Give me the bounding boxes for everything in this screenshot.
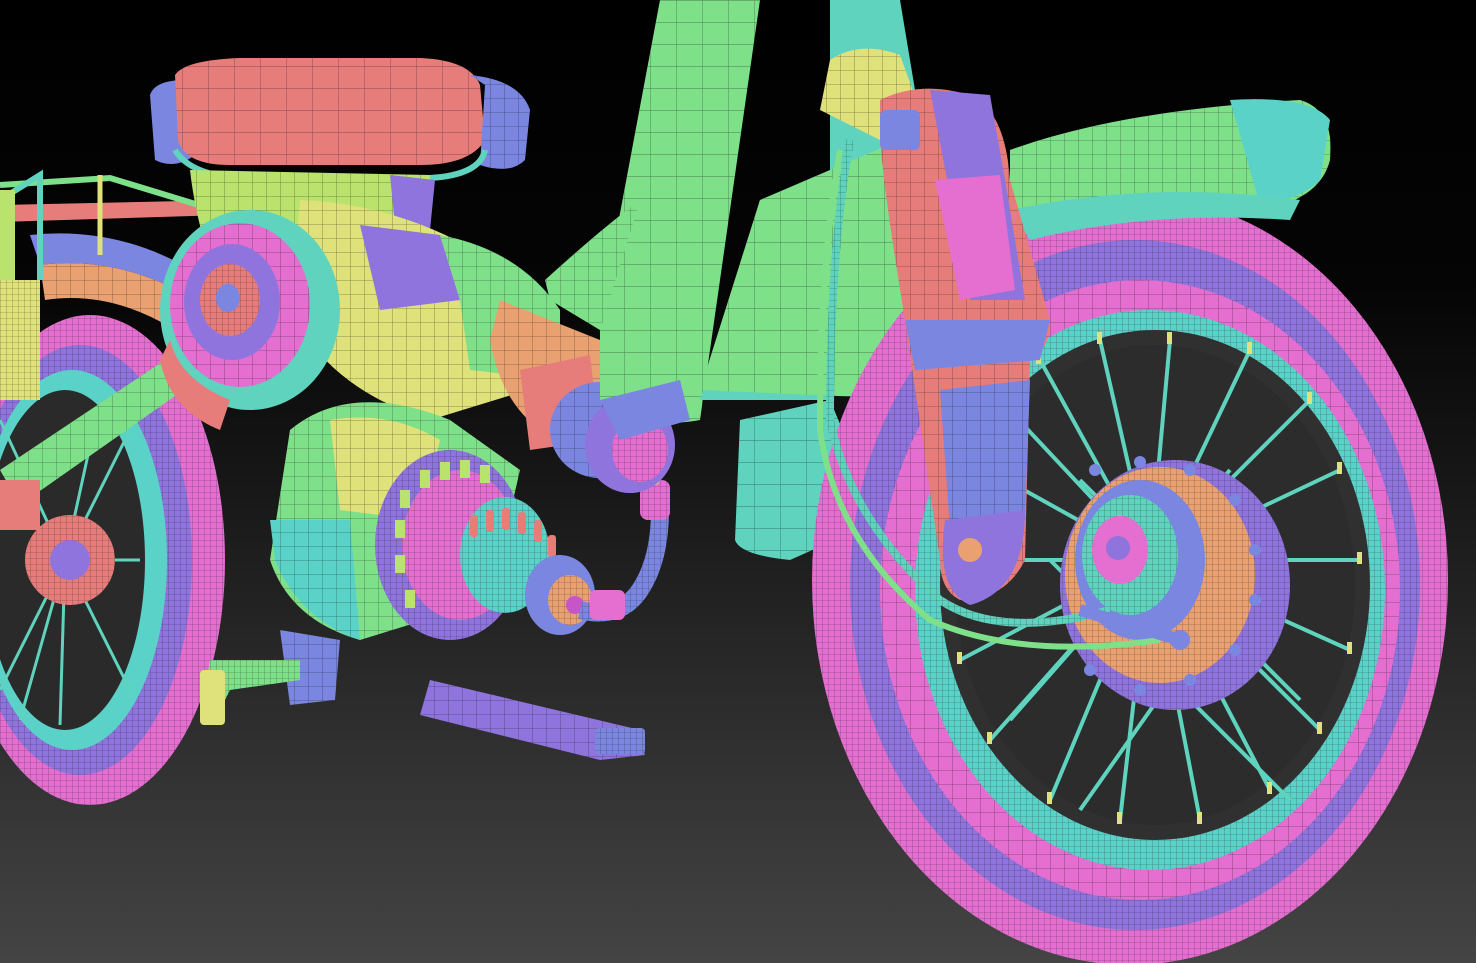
scene-canvas [0, 0, 1476, 963]
3d-viewport[interactable] [0, 0, 1476, 963]
